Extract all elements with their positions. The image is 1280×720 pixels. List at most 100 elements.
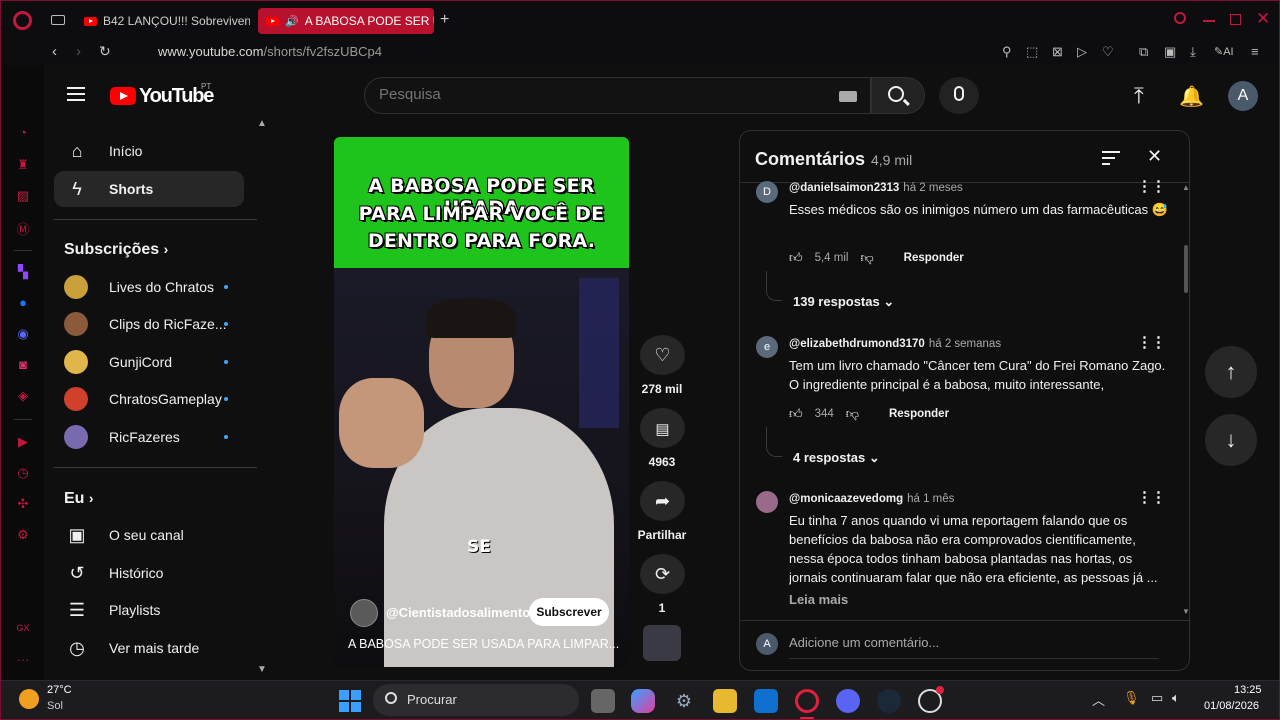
outlook-icon[interactable] [754, 689, 778, 713]
file-explorer-icon[interactable] [713, 689, 737, 713]
reload-icon[interactable]: ↻ [99, 43, 111, 60]
hamburger-icon[interactable] [67, 87, 85, 101]
taskbar-search[interactable]: Procurar [373, 684, 579, 716]
steam-icon[interactable] [877, 689, 901, 713]
keyboard-icon[interactable] [839, 91, 857, 102]
tab-overview-icon[interactable] [51, 15, 65, 25]
player-icon[interactable]: ▷ [1077, 44, 1087, 60]
more-actions-icon[interactable]: ⋮⋮ [1137, 177, 1166, 195]
thumb-down-icon[interactable]: 👎︎ [846, 406, 859, 422]
search-tabs-icon[interactable] [1174, 12, 1186, 24]
comments-button[interactable]: ▤ [640, 408, 685, 448]
guide-item-shorts[interactable]: ϟ Shorts [54, 171, 244, 207]
comment-avatar[interactable]: D [756, 181, 778, 203]
tab-babosa[interactable]: 🔊 A BABOSA PODE SER U [258, 8, 434, 34]
forward-icon[interactable]: › [76, 43, 81, 60]
sidebar-item-chratosgameplay[interactable]: ChratosGameplay [54, 381, 244, 417]
search-input[interactable] [364, 77, 871, 114]
scroll-down-arrow-icon[interactable]: ▼ [1182, 607, 1189, 616]
copilot-icon[interactable] [631, 689, 655, 713]
reply-button[interactable]: Responder [889, 408, 949, 420]
download-icon[interactable]: ⤓ [1190, 44, 1196, 60]
back-icon[interactable]: ‹ [52, 43, 57, 60]
thumb-up-icon[interactable]: 👍︎ [789, 250, 803, 266]
sidebar-item-watch-later[interactable]: ◷ Ver mais tarde [54, 630, 244, 666]
reply-button[interactable]: Responder [904, 252, 964, 264]
comment-avatar[interactable]: e [756, 336, 778, 358]
close-window-icon[interactable]: ✕ [1256, 9, 1270, 29]
sidebar-item-ricfazeres[interactable]: RicFazeres [54, 419, 244, 455]
maximize-icon[interactable] [1230, 14, 1241, 25]
clock-date[interactable]: 01/08/2026 [1204, 700, 1259, 712]
guide-item-home[interactable]: ⌂ Início [54, 133, 244, 169]
extensions-icon[interactable]: ⧉ [1139, 44, 1148, 60]
extensions-side-icon[interactable]: ✣ [14, 496, 32, 512]
comment-author[interactable]: @danielsaimon2313 há 2 meses [789, 182, 963, 194]
close-comments-icon[interactable]: ✕ [1147, 146, 1162, 167]
thumb-down-icon[interactable]: 👎︎ [860, 250, 873, 266]
minimize-icon[interactable] [1203, 20, 1215, 22]
comment-author[interactable]: @elizabethdrumond3170 há 2 semanas [789, 338, 1001, 350]
youtube-logo-icon[interactable] [110, 87, 136, 105]
subscriptions-heading[interactable]: Subscrições › [64, 241, 168, 259]
video-title[interactable]: A BABOSA PODE SER USADA PARA LIMPAR... [348, 637, 619, 651]
windows-start-icon[interactable] [339, 690, 361, 712]
new-tab-button[interactable]: + [440, 11, 449, 29]
bookmarks-icon[interactable]: ♜ [14, 157, 32, 173]
adblock-icon[interactable]: ⊠ [1052, 44, 1063, 60]
search-button[interactable] [871, 77, 925, 114]
sidebar-item-history[interactable]: ↺ Histórico [54, 555, 244, 591]
discord-taskbar-icon[interactable] [836, 689, 860, 713]
guide-scroll-down-icon[interactable]: ▼ [257, 664, 267, 675]
sidebar-item-your-channel[interactable]: ▣ O seu canal [54, 517, 244, 553]
opera-logo-icon[interactable] [13, 11, 32, 30]
sort-icon[interactable] [1102, 151, 1120, 165]
share-button[interactable]: ➦ [640, 481, 685, 521]
task-view-icon[interactable] [591, 689, 615, 713]
remix-button[interactable]: ⟳ [640, 554, 685, 594]
wallet-icon[interactable]: ▣ [1164, 44, 1176, 60]
sound-thumbnail[interactable] [643, 625, 681, 661]
discord-icon[interactable]: ◉ [14, 326, 32, 342]
upload-icon[interactable]: ⤒ [1134, 83, 1144, 109]
thumb-up-icon[interactable]: 👍︎ [789, 406, 803, 422]
channel-avatar[interactable] [350, 599, 378, 627]
sidebar-item-playlists[interactable]: ☰ Playlists [54, 592, 244, 628]
tab-b42[interactable]: B42 LANÇOU!!! Sobreviven [76, 8, 250, 34]
weather-sun-icon[interactable] [19, 689, 39, 709]
settings-side-icon[interactable]: ⚙ [14, 527, 32, 543]
comments-scrollbar-track[interactable]: ▲ ▼ [1182, 183, 1189, 619]
tray-network-icon[interactable]: ▭ [1151, 690, 1163, 706]
more-actions-icon[interactable]: ⋮⋮ [1137, 333, 1166, 351]
notifications-icon[interactable]: 🔔 [1179, 84, 1204, 109]
weather-temp[interactable]: 27°C [47, 684, 72, 696]
weather-desc[interactable]: Sol [47, 700, 63, 712]
previous-short-button[interactable]: ↑ [1205, 346, 1257, 398]
mail-icon[interactable]: Ⓜ [14, 219, 32, 237]
you-heading[interactable]: Eu › [64, 490, 94, 508]
clock-time[interactable]: 13:25 [1234, 684, 1262, 696]
pinboard-icon[interactable]: ▨ [14, 188, 32, 204]
comment-author[interactable]: @monicaazevedomg há 1 mês [789, 493, 954, 505]
url-field[interactable]: www.youtube.com/shorts/fv2fszUBCp4 [158, 44, 382, 59]
avatar[interactable]: A [1228, 81, 1258, 111]
search-field[interactable] [379, 86, 819, 103]
more-side-icon[interactable]: ··· [14, 652, 32, 668]
short-video-player[interactable]: A BABOSA PODE SER USADA PARA LIMPAR VOCÊ… [334, 137, 629, 667]
gx-corner-icon[interactable]: GX [14, 623, 32, 639]
add-comment-input[interactable]: Adicione um comentário... [789, 635, 1159, 659]
easy-setup-icon[interactable]: ≡ [1251, 44, 1259, 59]
channel-name[interactable]: @Cientistadosalimento [386, 605, 530, 620]
more-actions-icon[interactable]: ⋮⋮ [1137, 488, 1166, 506]
comments-scrollbar-thumb[interactable] [1184, 245, 1188, 293]
messenger-icon[interactable]: ● [14, 295, 32, 311]
like-button[interactable]: ♡ [640, 335, 685, 375]
read-more-button[interactable]: Leia mais [789, 592, 848, 607]
tray-volume-icon[interactable]: 🔈︎ [1172, 690, 1180, 706]
guide-scroll-up-icon[interactable]: ▲ [257, 118, 267, 129]
tray-mic-icon[interactable]: 🎙︎ [1123, 690, 1140, 706]
view-replies-button[interactable]: 4 respostas ⌄ [793, 450, 880, 466]
pin-icon[interactable]: ⚲ [1002, 44, 1012, 60]
voice-search-button[interactable] [939, 77, 979, 114]
snapshot-icon[interactable]: ⬚ [1026, 44, 1038, 60]
